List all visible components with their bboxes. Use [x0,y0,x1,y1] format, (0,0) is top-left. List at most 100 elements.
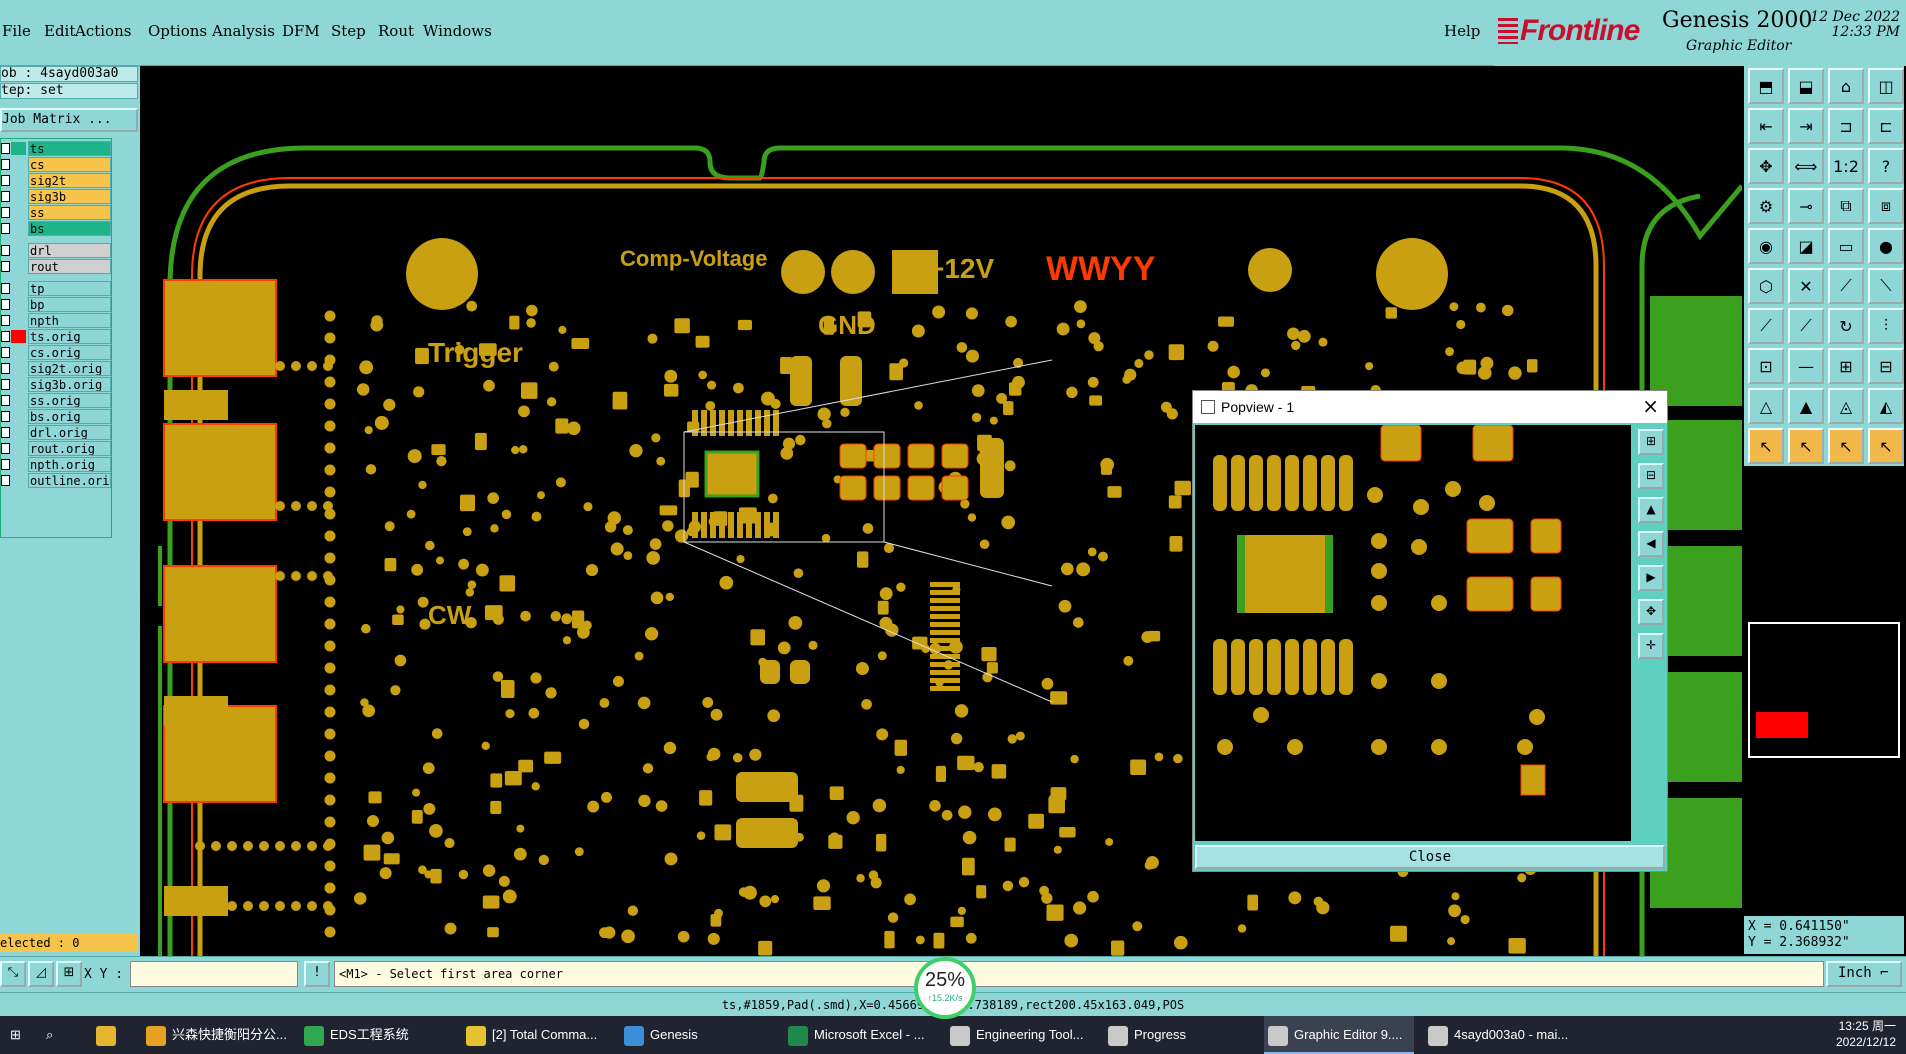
taskbar-item[interactable]: Progress [1104,1016,1254,1054]
pv-fit-icon[interactable]: ✥ [1638,599,1664,625]
tool-36-icon[interactable]: ↖ [1748,428,1784,464]
tool-3-icon[interactable]: ◫ [1868,68,1904,104]
layer-checkbox[interactable] [1,411,10,422]
network-monitor[interactable]: 25% ↑15.2K/s [914,957,976,1019]
pv-pan-left-icon[interactable]: ◀ [1638,531,1664,557]
tool-13-icon[interactable]: ⊸ [1788,188,1824,224]
measure-icon[interactable]: ◿ [28,961,54,987]
menu-edit[interactable]: Edit [44,22,75,40]
layer-row[interactable]: npth [1,313,113,328]
layer-row[interactable]: outline.ori [1,473,113,488]
layer-checkbox[interactable] [1,379,10,390]
layer-row[interactable]: sig3b.orig [1,377,113,392]
search-icon[interactable]: ⌕ [46,1016,76,1054]
taskbar-item[interactable]: Microsoft Excel - ... [784,1016,934,1054]
taskbar-item[interactable]: 4sayd003a0 - mai... [1424,1016,1574,1054]
layer-row[interactable]: ss [1,205,113,220]
layer-checkbox[interactable] [1,363,10,374]
tool-34-icon[interactable]: ◬ [1828,388,1864,424]
menu-windows[interactable]: Windows [423,22,492,40]
tool-14-icon[interactable]: ⧉ [1828,188,1864,224]
tool-30-icon[interactable]: ⊞ [1828,348,1864,384]
layer-checkbox[interactable] [1,443,10,454]
tool-2-icon[interactable]: ⌂ [1828,68,1864,104]
job-matrix-button[interactable]: Job Matrix ... [0,108,138,132]
tool-17-icon[interactable]: ◪ [1788,228,1824,264]
layer-checkbox[interactable] [1,207,10,218]
tool-23-icon[interactable]: ⟍ [1868,268,1904,304]
layer-checkbox[interactable] [1,427,10,438]
tool-7-icon[interactable]: ⊏ [1868,108,1904,144]
tool-6-icon[interactable]: ⊐ [1828,108,1864,144]
tool-32-icon[interactable]: △ [1748,388,1784,424]
layer-row[interactable]: rout [1,259,113,274]
close-icon[interactable]: × [1642,395,1659,417]
layer-checkbox[interactable] [1,261,10,272]
tool-21-icon[interactable]: ✕ [1788,268,1824,304]
layer-row[interactable]: ss.orig [1,393,113,408]
tool-8-icon[interactable]: ✥ [1748,148,1784,184]
layer-row[interactable]: cs [1,157,113,172]
tool-25-icon[interactable]: ⟋ [1788,308,1824,344]
tool-11-icon[interactable]: ? [1868,148,1904,184]
layer-row[interactable]: drl.orig [1,425,113,440]
layer-checkbox[interactable] [1,191,10,202]
layer-checkbox[interactable] [1,331,10,342]
layer-checkbox[interactable] [1,395,10,406]
tool-39-icon[interactable]: ↖ [1868,428,1904,464]
tool-22-icon[interactable]: ⟋ [1828,268,1864,304]
tool-10-icon[interactable]: 1:2 [1828,148,1864,184]
menu-actions[interactable]: Actions [75,22,131,40]
tool-35-icon[interactable]: ◭ [1868,388,1904,424]
layer-row[interactable]: ts [1,141,113,156]
layer-checkbox[interactable] [1,459,10,470]
tool-33-icon[interactable]: ▲ [1788,388,1824,424]
menu-file[interactable]: File [2,22,31,40]
tool-18-icon[interactable]: ▭ [1828,228,1864,264]
layer-row[interactable]: cs.orig [1,345,113,360]
tool-38-icon[interactable]: ↖ [1828,428,1864,464]
taskbar-item[interactable]: Genesis [620,1016,770,1054]
popview-titlebar[interactable]: Popview - 1 × [1193,391,1667,423]
taskbar-item[interactable]: 兴森快捷衡阳分公... [142,1016,292,1054]
layer-checkbox[interactable] [1,475,10,486]
start-icon[interactable]: ⊞ [10,1016,40,1054]
info-icon[interactable]: ! [304,961,330,987]
tool-12-icon[interactable]: ⚙ [1748,188,1784,224]
taskbar-item[interactable]: Graphic Editor 9.... [1264,1016,1414,1054]
pv-zoom-out-icon[interactable]: ⊟ [1638,463,1664,489]
menu-rout[interactable]: Rout [378,22,414,40]
tool-37-icon[interactable]: ↖ [1788,428,1824,464]
menu-help[interactable]: Help [1444,22,1480,40]
tool-20-icon[interactable]: ⬡ [1748,268,1784,304]
layer-row[interactable]: sig3b [1,189,113,204]
layer-row[interactable]: tp [1,281,113,296]
popview-close-button[interactable]: Close [1195,845,1665,869]
tool-4-icon[interactable]: ⇤ [1748,108,1784,144]
taskbar-item[interactable]: EDS工程系统 [300,1016,450,1054]
pv-center-icon[interactable]: ✛ [1638,633,1664,659]
menu-step[interactable]: Step [331,22,366,40]
layer-row[interactable]: npth.orig [1,457,113,472]
xy-input[interactable] [130,961,298,987]
layer-row[interactable]: sig2t [1,173,113,188]
layer-row[interactable]: drl [1,243,113,258]
pv-pan-up-icon[interactable]: ▲ [1638,497,1664,523]
layer-row[interactable]: bs [1,221,113,236]
taskbar-item[interactable]: [2] Total Comma... [462,1016,612,1054]
layer-checkbox[interactable] [1,299,10,310]
tool-26-icon[interactable]: ↻ [1828,308,1864,344]
tool-24-icon[interactable]: ⟋ [1748,308,1784,344]
layer-row[interactable]: bs.orig [1,409,113,424]
tool-1-icon[interactable]: ⬓ [1788,68,1824,104]
layer-checkbox[interactable] [1,283,10,294]
snap-icon[interactable]: ⤡ [0,961,26,987]
layer-checkbox[interactable] [1,143,10,154]
layer-checkbox[interactable] [1,223,10,234]
pv-pan-right-icon[interactable]: ▶ [1638,565,1664,591]
grid-icon[interactable]: ⊞ [56,961,82,987]
tool-29-icon[interactable]: — [1788,348,1824,384]
graphic-canvas[interactable]: Comp-Voltage +12V WWYY GND Trigger CW Tr CV Pop… [140,66,1742,956]
popview-canvas[interactable] [1195,425,1631,841]
tool-28-icon[interactable]: ⊡ [1748,348,1784,384]
